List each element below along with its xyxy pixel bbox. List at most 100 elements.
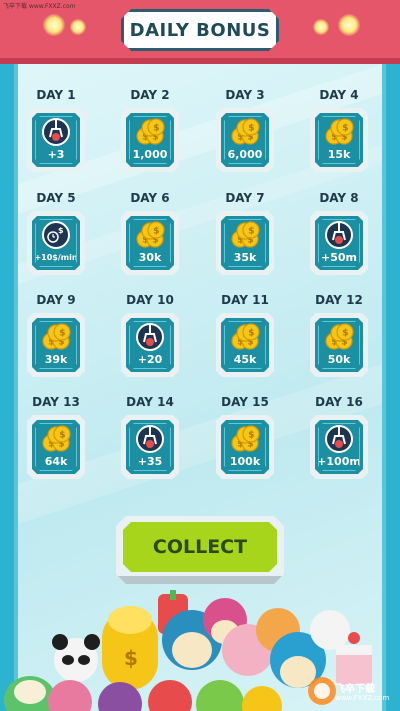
day-label: DAY 7 <box>225 191 265 205</box>
svg-text:$: $ <box>59 329 65 339</box>
reward-card: +50m <box>310 211 368 275</box>
svg-text:$: $ <box>237 133 243 143</box>
collect-button[interactable]: COLLECT <box>116 516 284 584</box>
watermark-top: 飞卒下载 www.FXXZ.com <box>3 3 76 10</box>
coins-icon: $ $$ $ <box>324 322 354 352</box>
day-tile: DAY 13 $ $ $ $64k <box>25 395 87 485</box>
reward-card-face: +20 <box>126 318 174 372</box>
collect-label: COLLECT <box>152 536 248 558</box>
svg-text:$: $ <box>247 440 253 450</box>
svg-text:$: $ <box>53 432 59 442</box>
svg-text:$: $ <box>341 133 347 143</box>
coins-icon: $ $$ $ <box>230 424 260 454</box>
reward-card: $ $ $ $30k <box>121 211 179 275</box>
day-tile: DAY 5 $ +10$/min <box>25 191 87 281</box>
reward-card-face: $ $ $ $6,000 <box>221 113 269 167</box>
reward-card-face: $ +10$/min <box>32 216 80 270</box>
svg-text:$: $ <box>242 125 248 135</box>
day-label: DAY 15 <box>221 395 269 409</box>
svg-text:$: $ <box>58 338 64 348</box>
svg-text:$: $ <box>58 440 64 450</box>
svg-text:$: $ <box>247 133 253 143</box>
reward-value: +3 <box>47 148 65 161</box>
day-label: DAY 5 <box>36 191 76 205</box>
svg-text:$: $ <box>247 338 253 348</box>
reward-card-face: $ $ $ $50k <box>315 318 363 372</box>
reward-card: +100m <box>310 415 368 479</box>
watermark-name: 飞卒下载 <box>335 684 375 695</box>
day-label: DAY 1 <box>36 88 76 102</box>
svg-text:$: $ <box>142 236 148 246</box>
reward-card-face: $ $ $ $39k <box>32 318 80 372</box>
svg-text:$: $ <box>142 133 148 143</box>
coins-icon: $ $$ $ <box>135 220 165 250</box>
reward-card-face: $ $ $ $45k <box>221 318 269 372</box>
svg-text:$: $ <box>248 329 254 339</box>
reward-card: +3 <box>27 108 85 172</box>
svg-text:$: $ <box>152 133 158 143</box>
svg-text:$: $ <box>341 338 347 348</box>
reward-card-face: $ $ $ $64k <box>32 420 80 474</box>
day-label: DAY 8 <box>319 191 359 205</box>
reward-card: $ $ $ $6,000 <box>216 108 274 172</box>
reward-card-face: +100m <box>315 420 363 474</box>
button-edge <box>116 576 284 584</box>
reward-card-face: +35 <box>126 420 174 474</box>
svg-text:$: $ <box>237 338 243 348</box>
coins-icon: $ $$ $ <box>324 117 354 147</box>
day-tile: DAY 1 +3 <box>25 88 87 178</box>
svg-text:$: $ <box>242 432 248 442</box>
light-bulb-icon <box>313 19 329 35</box>
svg-text:$: $ <box>331 338 337 348</box>
reward-card: $ $ $ $1,000 <box>121 108 179 172</box>
day-tile: DAY 8 +50m <box>308 191 370 281</box>
svg-text:$: $ <box>124 646 138 670</box>
reward-value: +10$/min <box>34 253 78 262</box>
reward-card: $ $ $ $50k <box>310 313 368 377</box>
svg-text:$: $ <box>247 236 253 246</box>
reward-card-face: $ $ $ $100k <box>221 420 269 474</box>
collect-button-face[interactable]: COLLECT <box>123 522 277 572</box>
svg-text:$: $ <box>237 440 243 450</box>
svg-text:$: $ <box>248 227 254 237</box>
svg-text:$: $ <box>59 431 65 441</box>
svg-text:$: $ <box>342 329 348 339</box>
svg-text:$: $ <box>153 124 159 134</box>
reward-value: 30k <box>138 251 162 264</box>
reward-value: +35 <box>137 455 163 468</box>
header-bar: 飞卒下载 www.FXXZ.com DAILY BONUS <box>0 0 400 64</box>
coins-icon: $ $$ $ <box>230 220 260 250</box>
day-tile: DAY 16 +100m <box>308 395 370 485</box>
reward-value: +100m <box>317 455 361 468</box>
watermark-url: www.FXXZ.com <box>335 694 390 702</box>
reward-card-face: $ $ $ $35k <box>221 216 269 270</box>
svg-text:$: $ <box>147 125 153 135</box>
reward-card-face: $ $ $ $1,000 <box>126 113 174 167</box>
svg-text:$: $ <box>336 125 342 135</box>
day-label: DAY 3 <box>225 88 265 102</box>
svg-text:$: $ <box>153 227 159 237</box>
reward-card: $ $ $ $39k <box>27 313 85 377</box>
day-label: DAY 9 <box>36 293 76 307</box>
svg-text:$: $ <box>58 226 64 235</box>
svg-text:$: $ <box>152 236 158 246</box>
light-bulb-icon <box>70 19 86 35</box>
svg-text:$: $ <box>331 133 337 143</box>
day-tile: DAY 3 $ $ $ $6,000 <box>214 88 276 178</box>
day-label: DAY 16 <box>315 395 363 409</box>
light-bulb-icon <box>338 14 360 36</box>
day-label: DAY 4 <box>319 88 359 102</box>
svg-text:$: $ <box>342 124 348 134</box>
reward-card-face: +3 <box>32 113 80 167</box>
reward-value: 35k <box>233 251 257 264</box>
claw-icon <box>41 117 71 147</box>
claw-icon <box>135 424 165 454</box>
day-label: DAY 11 <box>221 293 269 307</box>
reward-value: 45k <box>233 353 257 366</box>
reward-card: $ $ $ $45k <box>216 313 274 377</box>
coins-icon: $ $$ $ <box>135 117 165 147</box>
reward-value: +20 <box>137 353 163 366</box>
day-tile: DAY 9 $ $ $ $39k <box>25 293 87 383</box>
day-label: DAY 14 <box>126 395 174 409</box>
day-label: DAY 13 <box>32 395 80 409</box>
